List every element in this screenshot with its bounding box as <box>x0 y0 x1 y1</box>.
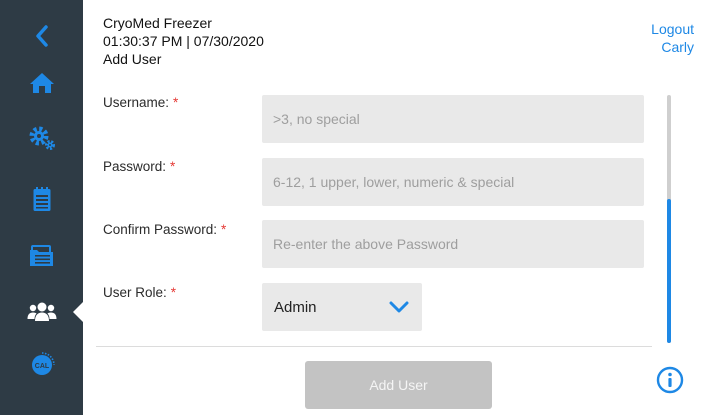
username-input[interactable] <box>262 95 644 143</box>
nav-reports[interactable] <box>0 234 83 278</box>
chevron-down-icon <box>389 301 409 313</box>
password-input[interactable] <box>262 158 644 206</box>
header: CryoMed Freezer 01:30:37 PM | 07/30/2020… <box>103 14 264 68</box>
required-marker: * <box>170 285 177 300</box>
divider <box>96 346 652 347</box>
back-button[interactable] <box>0 14 83 58</box>
password-label-text: Password: <box>103 159 167 174</box>
info-icon[interactable] <box>656 366 684 394</box>
required-marker: * <box>170 159 176 174</box>
required-marker: * <box>173 95 179 110</box>
page-title: Add User <box>103 51 162 67</box>
app-name: CryoMed Freezer <box>103 15 212 31</box>
user-role-label-text: User Role: <box>103 285 167 300</box>
datetime: 01:30:37 PM | 07/30/2020 <box>103 33 264 49</box>
sidebar: CAL <box>0 0 84 415</box>
logout-button[interactable]: Logout Carly <box>651 20 694 56</box>
add-user-button[interactable]: Add User <box>305 361 492 409</box>
active-indicator <box>73 301 84 323</box>
nav-home[interactable] <box>0 61 83 105</box>
calibration-icon-text: CAL <box>34 363 49 370</box>
nav-logs[interactable] <box>0 177 83 221</box>
user-role-select[interactable]: Admin <box>262 283 422 331</box>
nav-users[interactable] <box>0 290 84 334</box>
username-label-text: Username: <box>103 95 170 110</box>
gears-icon <box>29 126 55 150</box>
nav-calibration[interactable]: CAL <box>0 343 83 387</box>
logout-label: Logout <box>651 21 694 37</box>
notepad-icon <box>33 187 50 211</box>
nav-settings[interactable] <box>0 116 83 160</box>
confirm-password-input[interactable] <box>262 220 644 268</box>
confirm-password-label-text: Confirm Password: <box>103 222 218 237</box>
calibration-icon: CAL <box>31 352 55 375</box>
folders-icon <box>29 245 53 266</box>
scrollbar-thumb[interactable] <box>667 199 671 343</box>
required-marker: * <box>221 222 227 237</box>
scrollbar[interactable] <box>667 95 671 343</box>
password-label: Password: * <box>103 159 175 174</box>
user-role-label: User Role: * <box>103 285 176 300</box>
user-role-value: Admin <box>274 298 317 316</box>
current-user: Carly <box>661 39 694 55</box>
home-icon <box>29 73 54 93</box>
users-icon <box>27 302 56 321</box>
username-label: Username: * <box>103 95 178 110</box>
confirm-password-label: Confirm Password: * <box>103 222 226 237</box>
chevron-left-icon <box>35 25 48 47</box>
